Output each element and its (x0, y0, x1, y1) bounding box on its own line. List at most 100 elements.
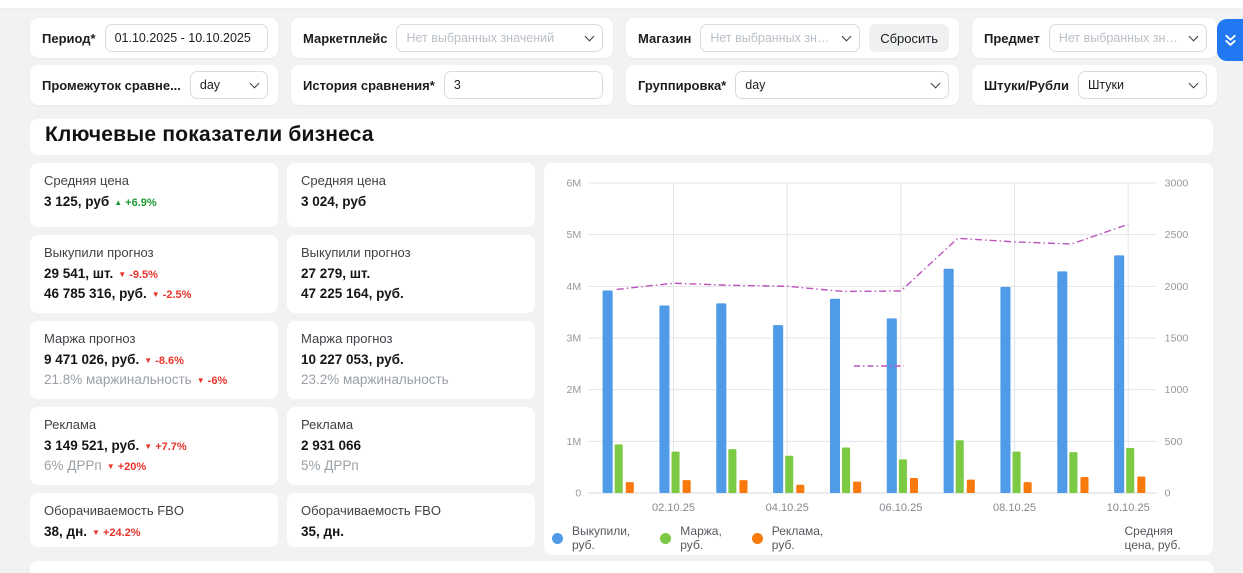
kpi-value-line: 46 785 316, руб.▼ -2.5% (44, 284, 264, 304)
chart-card: 01M2M3M4M5M6M05001000150020002500300002.… (544, 163, 1213, 555)
subject-select[interactable]: Нет выбранных значений (1049, 24, 1207, 52)
marketplace-label: Маркетплейс (303, 31, 387, 46)
kpi-value: 38, дн. (44, 524, 87, 539)
shop-select[interactable]: Нет выбранных значений (700, 24, 860, 52)
kpi-grid: Средняя цена3 125, руб▲ +6.9%Средняя цен… (30, 163, 535, 555)
kpi-title: Выкупили прогноз (44, 244, 264, 262)
legend-label: Средняя цена, руб. (1125, 524, 1206, 552)
legend-dot-icon (752, 533, 763, 544)
kpi-delta-badge: ▼ +24.2% (92, 527, 141, 539)
reset-button[interactable]: Сбросить (869, 24, 949, 52)
svg-text:2500: 2500 (1165, 229, 1189, 241)
kpi-card: Средняя цена3 024, руб (287, 163, 535, 227)
kpi-value: 35, дн. (301, 524, 344, 539)
legend-item[interactable]: Реклама, руб. (752, 524, 823, 552)
kpi-value-line: 21.8% маржинальность▼ -6% (44, 370, 264, 390)
shop-placeholder: Нет выбранных значений (710, 31, 835, 45)
kpi-title: Маржа прогноз (44, 330, 264, 348)
kpi-delta-badge: ▼ -8.6% (144, 355, 184, 367)
legend-label: Маржа, руб. (680, 524, 722, 552)
kpi-value: 3 149 521, руб. (44, 438, 139, 453)
svg-text:3000: 3000 (1165, 178, 1189, 190)
kpi-value-line: 47 225 164, руб. (301, 284, 521, 304)
kpi-value: 27 279, шт. (301, 266, 370, 281)
units-value: Штуки (1088, 78, 1182, 92)
chart-legend: Выкупили, руб. Маржа, руб. Реклама, руб. Ср… (552, 523, 1205, 553)
triangle-down-icon: ▼ (144, 442, 152, 451)
kpi-card: Оборачиваемость FBO38, дн.▼ +24.2% (30, 493, 278, 547)
grouping-label: Группировка* (638, 78, 726, 93)
kpi-value-line: 2 931 066 (301, 436, 521, 456)
legend-label: Выкупили, руб. (572, 524, 630, 552)
legend-item[interactable]: Маржа, руб. (660, 524, 722, 552)
units-select[interactable]: Штуки (1078, 71, 1207, 99)
period-input[interactable]: 01.10.2025 - 10.10.2025 (105, 24, 268, 52)
kpi-title: Маржа прогноз (301, 330, 521, 348)
chevron-down-icon (585, 31, 595, 41)
kpi-title: Оборачиваемость FBO (301, 502, 521, 520)
triangle-down-icon: ▼ (152, 290, 160, 299)
kpi-value: 9 471 026, руб. (44, 352, 139, 367)
kpi-delta-badge: ▼ -6% (197, 375, 228, 387)
legend-item[interactable]: Выкупили, руб. (552, 524, 630, 552)
kpi-title: Средняя цена (44, 172, 264, 190)
top-strip (0, 0, 1243, 9)
svg-text:1M: 1M (567, 436, 582, 448)
kpi-delta-badge: ▼ -9.5% (118, 269, 158, 281)
kpi-value: 47 225 164, руб. (301, 286, 404, 301)
grouping-select[interactable]: day (735, 71, 949, 99)
chevron-down-icon (1189, 31, 1199, 41)
svg-text:02.10.25: 02.10.25 (652, 502, 695, 514)
svg-text:4M: 4M (567, 281, 582, 293)
kpi-value: 3 024, руб (301, 194, 366, 209)
marketplace-placeholder: Нет выбранных значений (406, 31, 578, 45)
svg-text:04.10.25: 04.10.25 (766, 502, 809, 514)
double-chevron-down-icon (1223, 33, 1238, 48)
filters-row-2: Промежуток сравне... day История сравнен… (30, 65, 1213, 105)
compare-interval-select[interactable]: day (190, 71, 268, 99)
chevron-down-icon (931, 78, 941, 88)
kpi-value-line: 10 227 053, руб. (301, 350, 521, 370)
svg-text:0: 0 (575, 488, 581, 500)
filters-row-1: Период* 01.10.2025 - 10.10.2025 Маркетпл… (30, 18, 1213, 58)
kpi-value-line: 9 471 026, руб. ▼ -8.6% (44, 350, 264, 370)
filter-subject: Предмет Нет выбранных значений (972, 18, 1217, 58)
kpi-value-line: 5% ДРРп (301, 456, 521, 476)
kpi-value: 3 125, руб (44, 194, 109, 209)
period-label: Период* (42, 31, 96, 46)
kpi-value: 2 931 066 (301, 438, 361, 453)
chevron-down-icon (842, 31, 852, 41)
compare-history-input[interactable]: 3 (444, 71, 603, 99)
compare-interval-value: day (200, 78, 243, 92)
kpi-card: Реклама2 931 0665% ДРРп (287, 407, 535, 485)
kpi-value: 23.2% маржинальность (301, 372, 449, 387)
y-axis-left: 01M2M3M4M5M6M (567, 178, 582, 500)
filter-units: Штуки/Рубли Штуки (972, 65, 1217, 105)
chevron-down-icon (1189, 78, 1199, 88)
triangle-down-icon: ▼ (92, 528, 100, 537)
page-title: Ключевые показатели бизнеса (45, 123, 1198, 147)
kpi-delta-badge: ▼ +7.7% (144, 441, 186, 453)
kpi-value-line: 3 024, руб (301, 192, 521, 212)
svg-text:2000: 2000 (1165, 281, 1189, 293)
expand-filters-button[interactable] (1217, 19, 1243, 61)
kpi-value-line: 35, дн. (301, 522, 521, 542)
subject-label: Предмет (984, 31, 1040, 46)
filter-compare-interval: Промежуток сравне... day (30, 65, 278, 105)
svg-text:5M: 5M (567, 229, 582, 241)
subject-placeholder: Нет выбранных значений (1059, 31, 1182, 45)
svg-text:1500: 1500 (1165, 333, 1189, 345)
kpi-card: Маржа прогноз 9 471 026, руб. ▼ -8.6% 21.8%… (30, 321, 278, 399)
svg-text:6M: 6M (567, 178, 582, 190)
kpi-card: Реклама3 149 521, руб.▼ +7.7%6% ДРРп▼ +2… (30, 407, 278, 485)
compare-history-label: История сравнения* (303, 78, 435, 93)
legend-dash-line-icon (853, 362, 1115, 573)
kpi-value-line: 23.2% маржинальность (301, 370, 521, 390)
legend-item[interactable]: Средняя цена, руб. (853, 362, 1205, 573)
marketplace-select[interactable]: Нет выбранных значений (396, 24, 603, 52)
kpi-card: Выкупили прогноз 27 279, шт. 47 225 164, р… (287, 235, 535, 313)
kpi-title: Выкупили прогноз (301, 244, 521, 262)
kpi-card: Маржа прогноз 10 227 053, руб. 23.2% маржи… (287, 321, 535, 399)
section-header-card: Ключевые показатели бизнеса (30, 119, 1213, 155)
kpi-delta-badge: ▼ +20% (107, 461, 146, 473)
